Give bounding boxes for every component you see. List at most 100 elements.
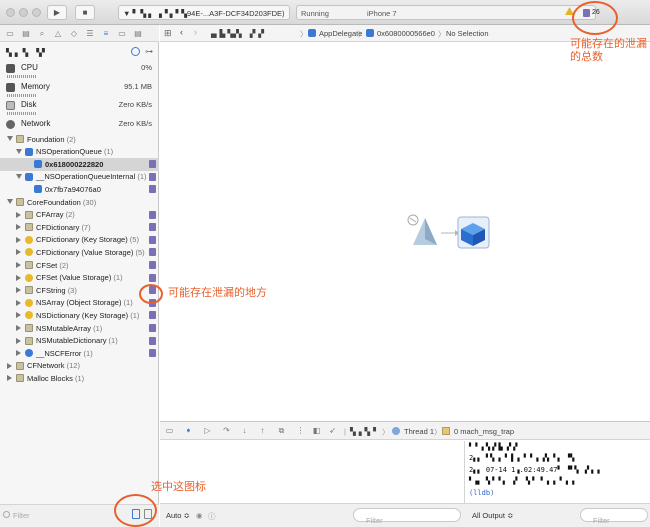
tree-row[interactable]: CFString (3) bbox=[0, 284, 159, 297]
leak-icon[interactable] bbox=[149, 248, 156, 257]
step-into-icon[interactable]: ↓ bbox=[240, 427, 249, 435]
leak-icon[interactable] bbox=[149, 336, 156, 345]
disclosure-open-icon[interactable] bbox=[16, 173, 22, 179]
location-icon[interactable]: ➶ bbox=[328, 427, 337, 435]
hierarchy-icon[interactable]: ⊶ bbox=[145, 47, 153, 56]
tree-row[interactable]: CFDictionary (Value Storage) (5) bbox=[0, 246, 159, 259]
view-debugger-icon[interactable]: ⧉ bbox=[277, 427, 286, 435]
zoom-window-button[interactable] bbox=[32, 8, 41, 17]
tree-row[interactable]: 0x618000222820 bbox=[0, 158, 159, 171]
tree-row[interactable]: __NSCFError (1) bbox=[0, 347, 159, 360]
tree-row[interactable]: NSMutableArray (1) bbox=[0, 322, 159, 335]
scheme-selector[interactable]: ▼ ▘ ▚ ▖ ▗▝ ▖▘▚94E-...A3F-DCF34D203FDE) bbox=[118, 5, 290, 20]
variables-view[interactable] bbox=[160, 441, 465, 503]
tree-row[interactable]: Foundation (2) bbox=[0, 133, 159, 146]
breakpoint-icon[interactable]: ▭ bbox=[117, 29, 127, 38]
breakpoints-toggle-icon[interactable]: ➧ bbox=[184, 427, 193, 435]
tree-row[interactable]: CFArray (2) bbox=[0, 209, 159, 222]
disclosure-closed-icon[interactable] bbox=[16, 299, 21, 306]
disclosure-closed-icon[interactable] bbox=[7, 362, 12, 369]
leak-icon[interactable] bbox=[149, 261, 156, 269]
tree-row[interactable]: NSMutableDictionary (1) bbox=[0, 335, 159, 348]
grid-icon[interactable]: ⊞ bbox=[164, 28, 172, 39]
variables-filter-input[interactable]: Filter bbox=[353, 508, 461, 525]
step-out-icon[interactable]: ↑ bbox=[258, 427, 267, 435]
disclosure-closed-icon[interactable] bbox=[16, 236, 21, 243]
disclosure-open-icon[interactable] bbox=[7, 136, 13, 141]
disclosure-closed-icon[interactable] bbox=[16, 211, 21, 218]
disclosure-closed-icon[interactable] bbox=[16, 350, 21, 357]
back-icon[interactable]: ‹ bbox=[180, 27, 183, 37]
info-icon[interactable] bbox=[131, 47, 140, 56]
disclosure-closed-icon[interactable] bbox=[16, 262, 21, 268]
minimize-window-button[interactable] bbox=[19, 8, 28, 17]
tree-row[interactable]: CFNetwork (12) bbox=[0, 360, 159, 373]
tree-row[interactable]: CFDictionary (7) bbox=[0, 221, 159, 234]
leak-icon[interactable] bbox=[149, 172, 156, 181]
console-filter-input[interactable]: Filter bbox=[580, 508, 648, 525]
tree-row[interactable]: CoreFoundation (30) bbox=[0, 196, 159, 209]
symbol-icon[interactable]: ▤ bbox=[21, 29, 31, 38]
auto-selector[interactable]: Auto ≎ bbox=[166, 511, 190, 520]
console-view[interactable]: ▘▝ ▖▚▗▘▙ ▞▗▘ 2▖▖ ▘▚ ▖▝ ▌▗ ▘▝ ▖▗▚ ▘▖ ▝▚ 2… bbox=[466, 441, 650, 503]
leak-icon[interactable] bbox=[149, 349, 156, 358]
tree-row[interactable]: CFSet (2) bbox=[0, 259, 159, 272]
breadcrumb-app[interactable]: ▗▖▙ ▚▞▖ ▗▘▞ bbox=[208, 29, 264, 38]
leak-icon[interactable] bbox=[149, 235, 156, 244]
leak-icon[interactable] bbox=[149, 273, 156, 282]
continue-icon[interactable]: ▷ bbox=[203, 427, 212, 435]
root-node-icon[interactable] bbox=[413, 218, 437, 245]
stop-button[interactable]: ■ bbox=[75, 5, 95, 20]
breadcrumb-delegate[interactable]: AppDelegate bbox=[319, 29, 362, 38]
leak-icon[interactable] bbox=[149, 160, 156, 169]
tree-row[interactable]: 0x7fb7a94076a0 bbox=[0, 183, 159, 196]
tree-row[interactable]: NSArray (Object Storage) (1) bbox=[0, 297, 159, 310]
run-button[interactable]: ▶ bbox=[47, 5, 67, 20]
memory-graph-debug-icon[interactable]: ⋮ bbox=[296, 427, 305, 435]
test-icon[interactable]: ◇ bbox=[69, 29, 79, 38]
disclosure-open-icon[interactable] bbox=[7, 199, 13, 204]
frame-breadcrumb[interactable]: 0 mach_msg_trap bbox=[454, 427, 514, 436]
leak-icon[interactable] bbox=[149, 311, 156, 320]
filter-input[interactable]: Filter bbox=[13, 511, 30, 520]
leak-icon[interactable] bbox=[149, 210, 156, 219]
eye-icon[interactable]: ◉ bbox=[196, 511, 203, 520]
tree-row[interactable]: NSDictionary (Key Storage) (1) bbox=[0, 309, 159, 322]
forward-icon[interactable]: › bbox=[194, 27, 197, 37]
process-breadcrumb[interactable]: ▚▗▝▖▘ bbox=[350, 427, 379, 436]
step-over-icon[interactable]: ↷ bbox=[222, 427, 231, 435]
object-node-icon[interactable] bbox=[457, 216, 490, 249]
breadcrumb-object[interactable]: 0x6080000566e0 bbox=[377, 29, 435, 38]
issue-icon[interactable]: △ bbox=[53, 29, 63, 38]
tree-row[interactable]: Malloc Blocks (1) bbox=[0, 372, 159, 385]
leak-icon[interactable] bbox=[149, 324, 156, 332]
disclosure-open-icon[interactable] bbox=[16, 148, 22, 154]
disclosure-closed-icon[interactable] bbox=[16, 337, 21, 344]
lldb-prompt[interactable]: (lldb) bbox=[469, 489, 494, 497]
thread-breadcrumb[interactable]: Thread 1 bbox=[404, 427, 434, 436]
memory-graph-canvas[interactable] bbox=[160, 43, 650, 421]
memory-graph-icon[interactable]: ≡ bbox=[101, 29, 111, 38]
breadcrumb-selection[interactable]: No Selection bbox=[446, 29, 489, 38]
disclosure-closed-icon[interactable] bbox=[16, 249, 21, 256]
leak-icon[interactable] bbox=[149, 223, 156, 232]
info-icon[interactable]: ⓘ bbox=[208, 511, 216, 522]
output-selector[interactable]: All Output ≎ bbox=[472, 511, 513, 520]
disclosure-closed-icon[interactable] bbox=[7, 375, 12, 382]
disclosure-closed-icon[interactable] bbox=[16, 325, 21, 331]
find-icon[interactable]: ⌕ bbox=[37, 29, 47, 38]
disclosure-closed-icon[interactable] bbox=[16, 312, 21, 319]
tree-row[interactable]: __NSOperationQueueInternal (1) bbox=[0, 171, 159, 184]
tree-row[interactable]: CFSet (Value Storage) (1) bbox=[0, 272, 159, 285]
disclosure-closed-icon[interactable] bbox=[16, 274, 21, 281]
report-icon[interactable]: ▤ bbox=[133, 29, 143, 38]
leak-icon[interactable] bbox=[149, 185, 156, 194]
close-window-button[interactable] bbox=[6, 8, 15, 17]
folder-icon[interactable]: ▭ bbox=[5, 29, 15, 38]
environment-overrides-icon[interactable]: ◧ bbox=[312, 427, 321, 435]
disclosure-closed-icon[interactable] bbox=[16, 224, 21, 231]
tree-row[interactable]: CFDictionary (Key Storage) (5) bbox=[0, 234, 159, 247]
disclosure-closed-icon[interactable] bbox=[16, 287, 21, 294]
tree-row[interactable]: NSOperationQueue (1) bbox=[0, 146, 159, 159]
debug-icon[interactable]: ☰ bbox=[85, 29, 95, 38]
